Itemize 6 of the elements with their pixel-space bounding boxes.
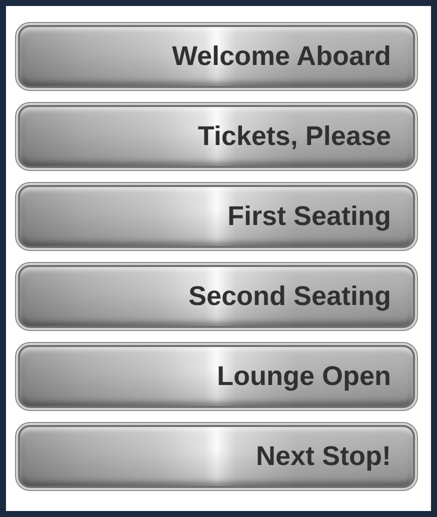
menu-button[interactable]: Welcome Aboard [18, 25, 415, 88]
menu-button[interactable]: Tickets, Please [18, 105, 415, 168]
menu-button[interactable]: First Seating [18, 185, 415, 248]
menu-button[interactable]: Next Stop! [18, 425, 415, 488]
menu-button[interactable]: Second Seating [18, 265, 415, 328]
menu-button[interactable]: Lounge Open [18, 345, 415, 408]
